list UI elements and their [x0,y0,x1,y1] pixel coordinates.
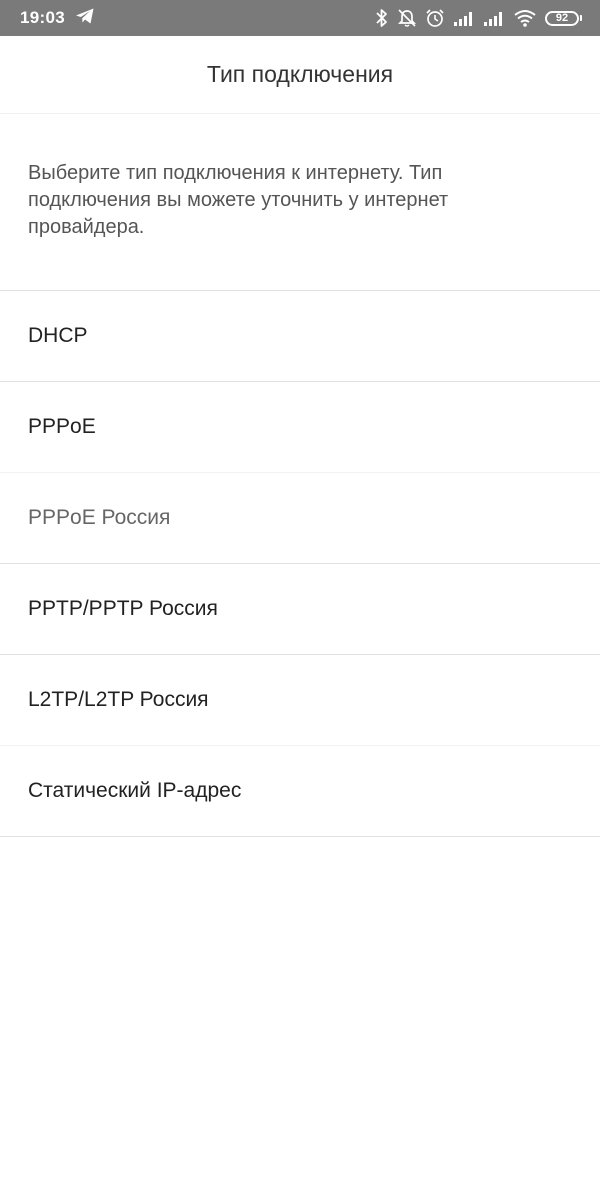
battery-level: 92 [545,10,579,26]
connection-option-label: PPTP/PPTP Россия [28,597,218,620]
connection-option-static-ip[interactable]: Статический IP-адрес [0,746,600,837]
battery-icon: 92 [545,10,582,26]
connection-option-pptp[interactable]: PPTP/PPTP Россия [0,564,600,655]
connection-option-label: PPPoE [28,415,96,438]
signal-icon [483,10,505,26]
header: Тип подключения [0,36,600,114]
connection-option-label: L2TP/L2TP Россия [28,688,209,711]
status-time: 19:03 [20,8,65,27]
connection-option-pppoe-russia[interactable]: PPPoE Россия [0,473,600,564]
signal-icon [453,10,475,26]
connection-option-label: PPPoE Россия [28,506,171,529]
bluetooth-icon [375,8,389,28]
status-bar: 19:03 92 [0,0,600,36]
connection-option-pppoe[interactable]: PPPoE [0,382,600,473]
page-title: Тип подключения [206,61,394,87]
description-text: Выберите тип подключения к интернету. Ти… [28,162,449,238]
bell-off-icon [397,8,417,28]
wifi-icon [513,9,537,27]
telegram-icon [75,7,95,30]
connection-type-list: DHCP PPPoE PPPoE Россия PPTP/PPTP Россия… [0,290,600,837]
connection-option-label: DHCP [28,324,88,347]
connection-option-dhcp[interactable]: DHCP [0,291,600,382]
alarm-icon [425,8,445,28]
connection-option-l2tp[interactable]: L2TP/L2TP Россия [0,655,600,746]
connection-option-label: Статический IP-адрес [28,779,242,802]
